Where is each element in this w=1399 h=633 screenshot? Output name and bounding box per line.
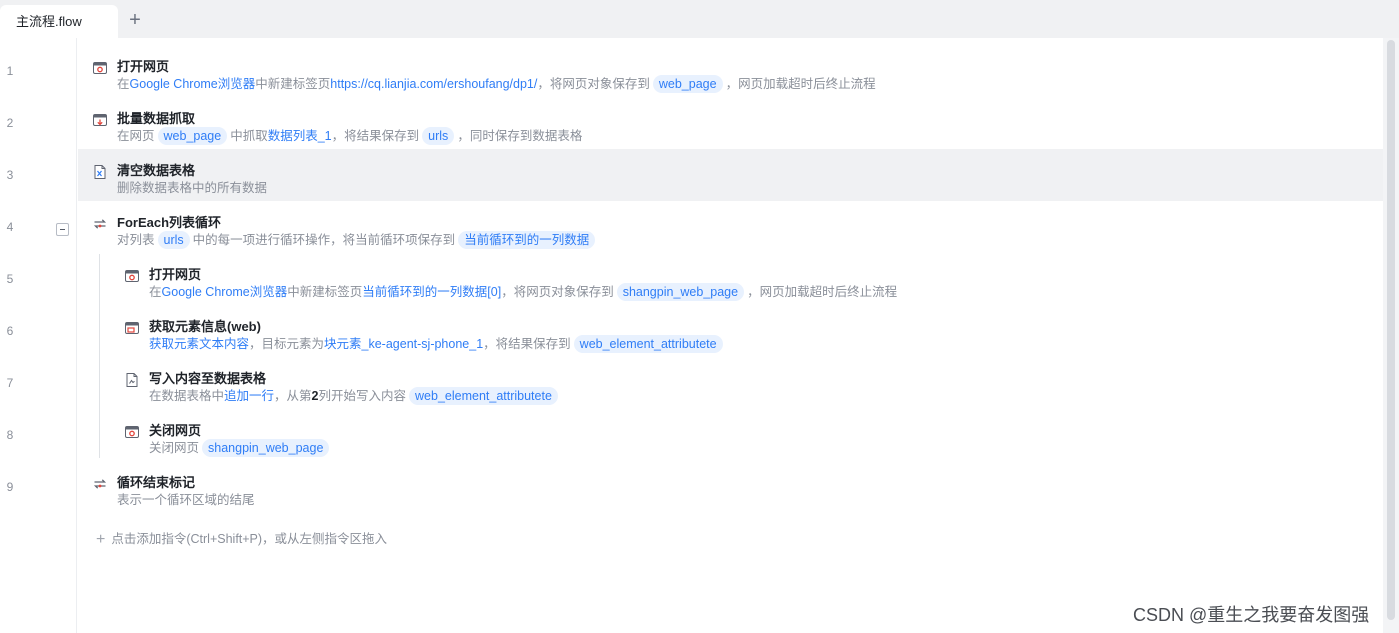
description-text: 删除数据表格中的所有数据 bbox=[117, 181, 268, 195]
line-number: 9 bbox=[6, 480, 14, 494]
description-text: 在数据表格中 bbox=[149, 389, 225, 403]
param-link[interactable]: 块元素_ke-agent-sj-phone_1 bbox=[324, 337, 483, 351]
excel-clear-icon bbox=[92, 164, 108, 180]
line-number-gutter: 1 2 3 4 5 6 7 8 9 bbox=[0, 38, 77, 633]
description-text: ，将网页对象保存到 bbox=[537, 77, 650, 91]
line-number: 5 bbox=[6, 272, 14, 286]
tab-main-flow[interactable]: 主流程.flow bbox=[0, 5, 118, 38]
loop-icon bbox=[92, 216, 108, 232]
line-number: 1 bbox=[6, 64, 14, 78]
line-number: 8 bbox=[6, 428, 14, 442]
variable-pill[interactable]: shangpin_web_page bbox=[616, 283, 745, 301]
line-number: 3 bbox=[6, 168, 14, 182]
add-instruction-hint[interactable]: + 点击添加指令(Ctrl+Shift+P)，或从左侧指令区拖入 bbox=[96, 528, 387, 549]
variable-pill[interactable]: web_element_attributete bbox=[573, 335, 723, 353]
variable-pill[interactable]: shangpin_web_page bbox=[202, 439, 330, 457]
instruction-row[interactable]: 打开网页 在Google Chrome浏览器中新建标签页https://cq.li… bbox=[78, 45, 1383, 97]
instruction-title: 批量数据抓取 bbox=[117, 111, 196, 126]
param-link[interactable]: 数据列表_1 bbox=[268, 129, 332, 143]
description-text: ，目标元素为 bbox=[249, 337, 325, 351]
instruction-description: 获取元素文本内容，目标元素为块元素_ke-agent-sj-phone_1，将结… bbox=[149, 335, 726, 353]
watermark: CSDN @重生之我要奋发图强 bbox=[1133, 605, 1370, 625]
instruction-title: 循环结束标记 bbox=[117, 475, 196, 490]
description-text: ，网页加载超时后终止流程 bbox=[747, 285, 898, 299]
browser-icon bbox=[92, 60, 108, 76]
instruction-row[interactable]: 批量数据抓取 在网页 web_page 中抓取数据列表_1，将结果保存到 urls ，同时… bbox=[78, 97, 1383, 149]
param-link[interactable]: Google Chrome浏览器 bbox=[130, 77, 256, 91]
instruction-description: 在数据表格中追加一行，从第2列开始写入内容 web_element_attribu… bbox=[149, 387, 561, 405]
browser-icon bbox=[124, 268, 140, 284]
line-number: 7 bbox=[6, 376, 14, 390]
instruction-row[interactable]: ForEach列表循环 对列表 urls 中的每一项进行循环操作，将当前循环项保存到当… bbox=[78, 201, 1383, 253]
description-text: ，将结果保存到 bbox=[331, 129, 420, 143]
description-text: 中的每一项进行循环操作，将当前循环项保存到 bbox=[192, 233, 456, 247]
instruction-title: 打开网页 bbox=[149, 267, 202, 282]
param-link[interactable]: Google Chrome浏览器 bbox=[162, 285, 288, 299]
instruction-row[interactable]: 循环结束标记表示一个循环区域的结尾 bbox=[78, 461, 1383, 513]
description-text: ，从第 bbox=[274, 389, 312, 403]
description-text: 中新建标签页 bbox=[255, 77, 331, 91]
flow-editor: + 点击添加指令(Ctrl+Shift+P)，或从左侧指令区拖入 打开网页 在Goo… bbox=[78, 38, 1383, 633]
param-link[interactable]: https://cq.lianjia.com/ershoufang/dp1/ bbox=[330, 77, 537, 91]
instruction-description: 删除数据表格中的所有数据 bbox=[117, 179, 267, 197]
description-text: ，将结果保存到 bbox=[483, 337, 571, 351]
loop-end-icon bbox=[92, 476, 108, 492]
instruction-title: 获取元素信息(web) bbox=[149, 319, 261, 334]
line-number: 2 bbox=[6, 116, 14, 130]
description-text: 在网页 bbox=[117, 129, 155, 143]
line-number: 6 bbox=[6, 324, 14, 338]
param-link[interactable]: 追加一行 bbox=[224, 389, 274, 403]
description-text: 表示一个循环区域的结尾 bbox=[117, 493, 255, 507]
instruction-description: 表示一个循环区域的结尾 bbox=[117, 491, 255, 509]
description-text: 中抓取 bbox=[230, 129, 268, 143]
instruction-title: 关闭网页 bbox=[149, 423, 202, 438]
variable-pill[interactable]: urls bbox=[157, 231, 190, 249]
description-text: ，网页加载超时后终止流程 bbox=[725, 77, 876, 91]
instruction-row[interactable]: 清空数据表格删除数据表格中的所有数据 bbox=[78, 149, 1383, 201]
description-text: ，同时保存到数据表格 bbox=[457, 129, 583, 143]
instruction-row[interactable]: 关闭网页 关闭网页 shangpin_web_page bbox=[78, 409, 1383, 461]
data-scrape-icon bbox=[92, 112, 108, 128]
description-text: 在 bbox=[149, 285, 162, 299]
tab-bar: 主流程.flow + bbox=[0, 0, 1399, 38]
description-text: 关闭网页 bbox=[149, 441, 200, 455]
variable-pill[interactable]: urls bbox=[422, 127, 455, 145]
variable-pill[interactable]: 当前循环到的一列数据 bbox=[458, 231, 596, 249]
variable-pill[interactable]: web_page bbox=[157, 127, 228, 145]
write-table-icon bbox=[124, 372, 140, 388]
variable-pill[interactable]: web_element_attributete bbox=[409, 387, 558, 405]
instruction-description: 在网页 web_page 中抓取数据列表_1，将结果保存到 urls ，同时保存到数据表… bbox=[117, 127, 582, 145]
line-number: 4 bbox=[6, 220, 14, 234]
description-text: 对列表 bbox=[117, 233, 155, 247]
element-info-icon bbox=[124, 320, 140, 336]
instruction-row[interactable]: 打开网页 在Google Chrome浏览器中新建标签页当前循环到的一列数据[0]… bbox=[78, 253, 1383, 305]
description-text: 列开始写入内容 bbox=[318, 389, 407, 403]
description-text: 在 bbox=[117, 77, 130, 91]
instruction-row[interactable]: 写入内容至数据表格 在数据表格中追加一行，从第2列开始写入内容 web_elemen… bbox=[78, 357, 1383, 409]
collapse-loop-button[interactable] bbox=[56, 223, 69, 236]
description-text: ，将网页对象保存到 bbox=[501, 285, 614, 299]
instruction-title: 清空数据表格 bbox=[117, 163, 196, 178]
instruction-title: ForEach列表循环 bbox=[117, 215, 222, 230]
variable-pill[interactable]: web_page bbox=[652, 75, 723, 93]
param-number[interactable]: 2 bbox=[312, 389, 319, 403]
browser-icon bbox=[124, 424, 140, 440]
instruction-description: 在Google Chrome浏览器中新建标签页当前循环到的一列数据[0]，将网页… bbox=[149, 283, 897, 301]
add-instruction-label: 点击添加指令(Ctrl+Shift+P)，或从左侧指令区拖入 bbox=[111, 532, 388, 546]
instruction-title: 写入内容至数据表格 bbox=[149, 371, 267, 386]
description-text: 中新建标签页 bbox=[287, 285, 363, 299]
param-link[interactable]: 获取元素文本内容 bbox=[149, 337, 249, 351]
instruction-row[interactable]: 获取元素信息(web) 获取元素文本内容，目标元素为块元素_ke-agent-sj… bbox=[78, 305, 1383, 357]
add-tab-button[interactable]: + bbox=[124, 7, 146, 33]
instruction-title: 打开网页 bbox=[117, 59, 170, 74]
param-link[interactable]: 当前循环到的一列数据[0] bbox=[362, 285, 501, 299]
plus-icon: + bbox=[96, 531, 106, 548]
instruction-description: 在Google Chrome浏览器中新建标签页https://cq.lianji… bbox=[117, 75, 876, 93]
scrollbar-thumb[interactable] bbox=[1387, 40, 1395, 620]
instruction-description: 关闭网页 shangpin_web_page bbox=[149, 439, 332, 457]
instruction-description: 对列表 urls 中的每一项进行循环操作，将当前循环项保存到 当前循环到的一列数据 bbox=[117, 231, 598, 249]
